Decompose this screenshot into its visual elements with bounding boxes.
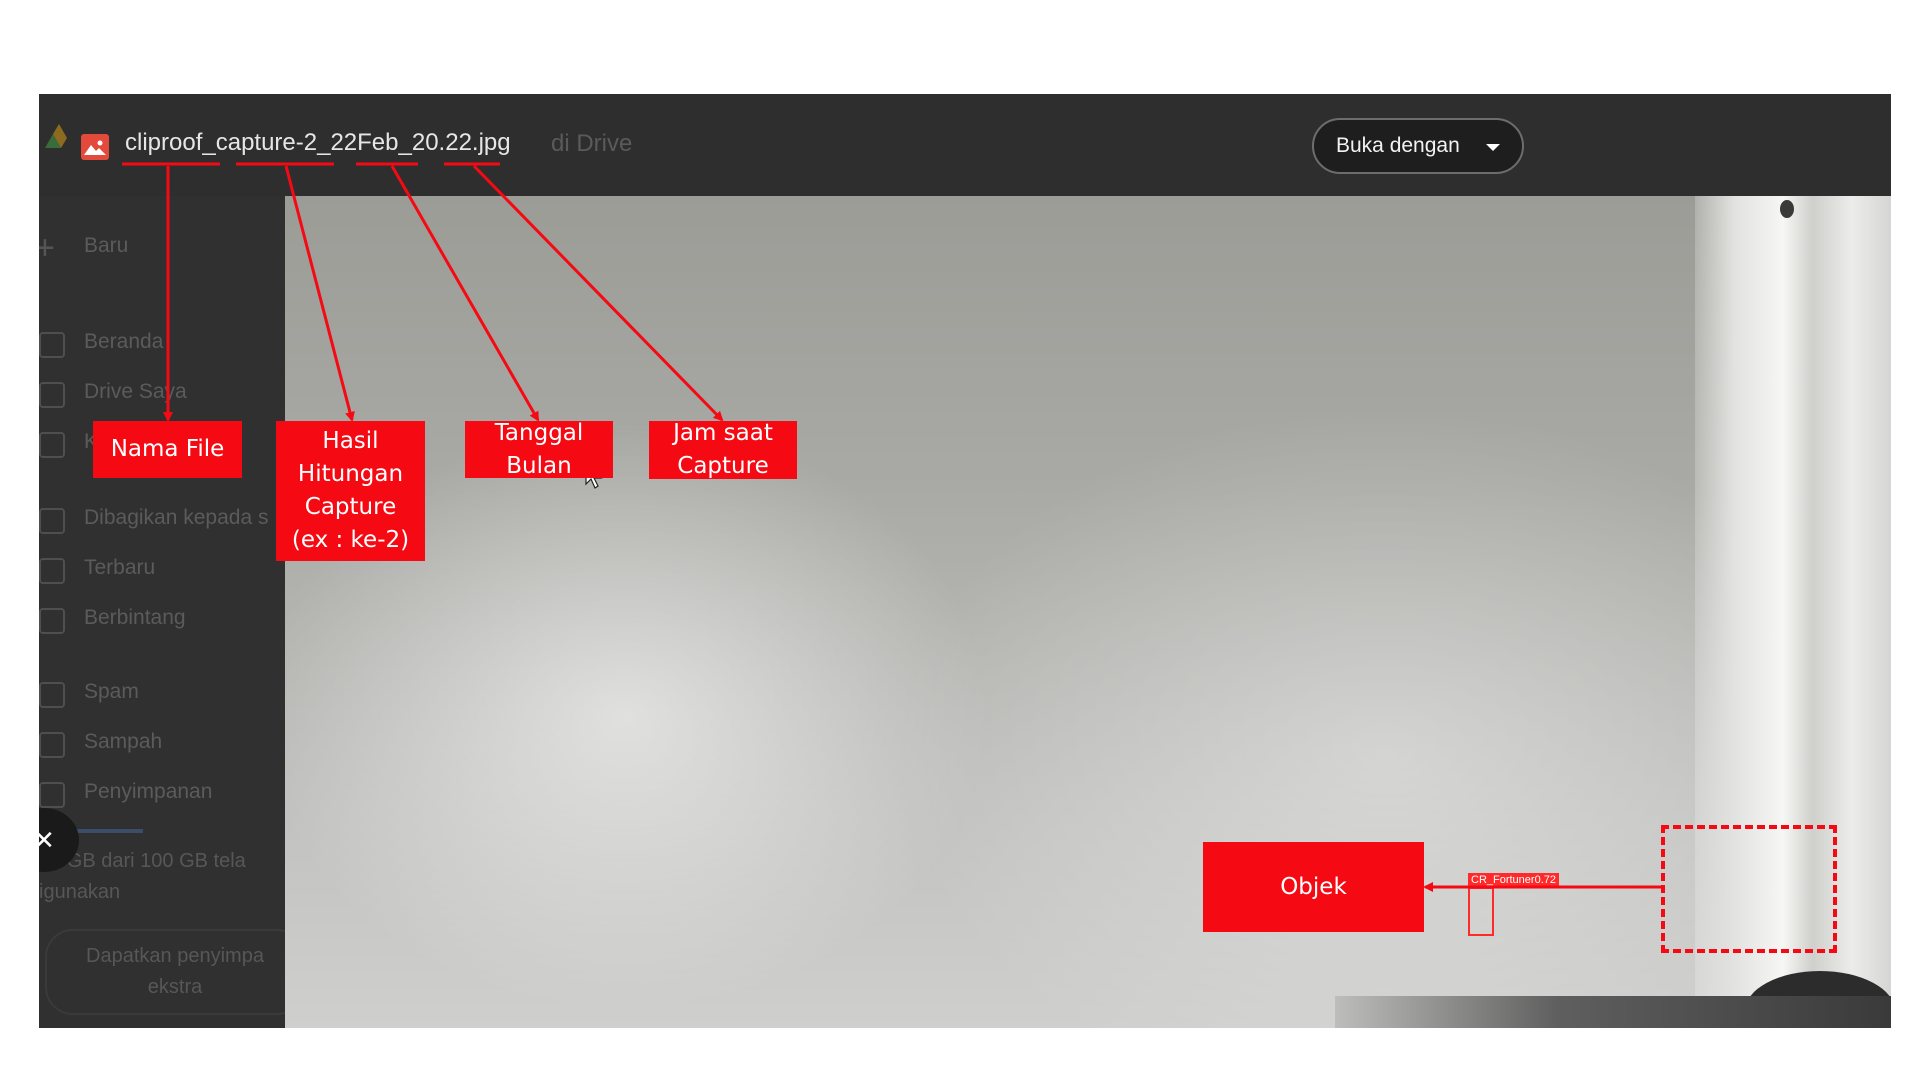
annotation-text: Capture <box>677 453 769 479</box>
annotation-nama-file: Nama File <box>93 421 242 478</box>
annotation-text: Hasil <box>322 428 379 454</box>
annotation-tanggal-bulan: Tanggal Bulan <box>465 420 613 479</box>
annotation-text: (ex : ke-2) <box>291 527 410 553</box>
annotation-objek: Objek <box>1203 842 1424 932</box>
annotation-text: Nama File <box>110 436 225 462</box>
annotation-hasil-hitungan: Hasil Hitungan Capture (ex : ke-2) <box>276 421 425 561</box>
arrow-hasil-hitungan <box>284 165 355 422</box>
annotation-text: Jam saat <box>673 420 773 446</box>
annotation-text: Capture <box>304 494 397 520</box>
annotation-text: Hitungan <box>297 461 404 487</box>
annotation-text: Bulan <box>506 452 572 479</box>
annotation-jam-capture: Jam saat Capture <box>649 420 797 479</box>
annotation-text: Tanggal <box>494 419 584 446</box>
arrow-jam-capture <box>472 164 724 422</box>
arrow-tanggal-bulan <box>390 165 540 422</box>
annotation-text: Objek <box>1280 873 1347 900</box>
objek-highlight-frame <box>1661 825 1837 953</box>
